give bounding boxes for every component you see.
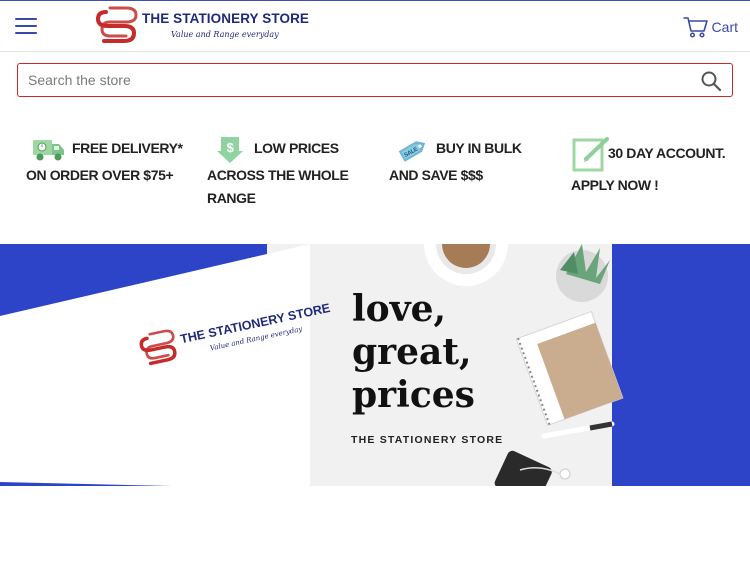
search-button[interactable] — [700, 70, 722, 92]
edit-account-icon — [572, 137, 609, 172]
feature-text: ON ORDER OVER $75+ — [26, 167, 174, 183]
feature-title: FREE DELIVERY* — [72, 140, 183, 156]
headline-line: great, — [352, 331, 472, 373]
site-header: THE STATIONERY STORE Value and Range eve… — [0, 0, 750, 52]
svg-text:$: $ — [227, 140, 235, 155]
delivery-truck-icon — [33, 140, 64, 161]
cart-label: Cart — [711, 19, 738, 35]
search-icon — [701, 71, 722, 92]
price-tag-icon: SALE — [398, 141, 426, 162]
banner-subtitle: THE STATIONERY STORE — [351, 434, 504, 446]
search-bar — [17, 63, 733, 97]
paperclip-logo-icon — [139, 329, 177, 366]
paperclip-logo-icon — [95, 6, 138, 43]
banner-headline: love, great, prices — [352, 288, 475, 417]
headline-line: love, — [352, 288, 447, 330]
dollar-tag-icon: $ — [217, 137, 243, 163]
feature-text: RANGE — [207, 190, 256, 206]
logo-tagline: Value and Range everyday — [171, 30, 279, 39]
cart-button[interactable]: Cart — [682, 14, 738, 40]
feature-text: AND SAVE $$$ — [389, 167, 483, 183]
shopping-cart-icon — [682, 17, 708, 38]
feature-title: LOW PRICES — [254, 140, 339, 156]
search-input[interactable] — [28, 64, 688, 96]
feature-text: ACROSS THE WHOLE — [207, 167, 349, 183]
store-logo[interactable]: THE STATIONERY STORE Value and Range eve… — [94, 6, 324, 48]
hamburger-menu-icon[interactable] — [15, 17, 37, 35]
feature-text: APPLY NOW ! — [571, 177, 659, 193]
headline-line: prices — [352, 374, 475, 416]
feature-title: 30 DAY ACCOUNT. — [608, 145, 726, 161]
feature-title: BUY IN BULK — [436, 140, 522, 156]
logo-name: THE STATIONERY STORE — [142, 11, 310, 26]
